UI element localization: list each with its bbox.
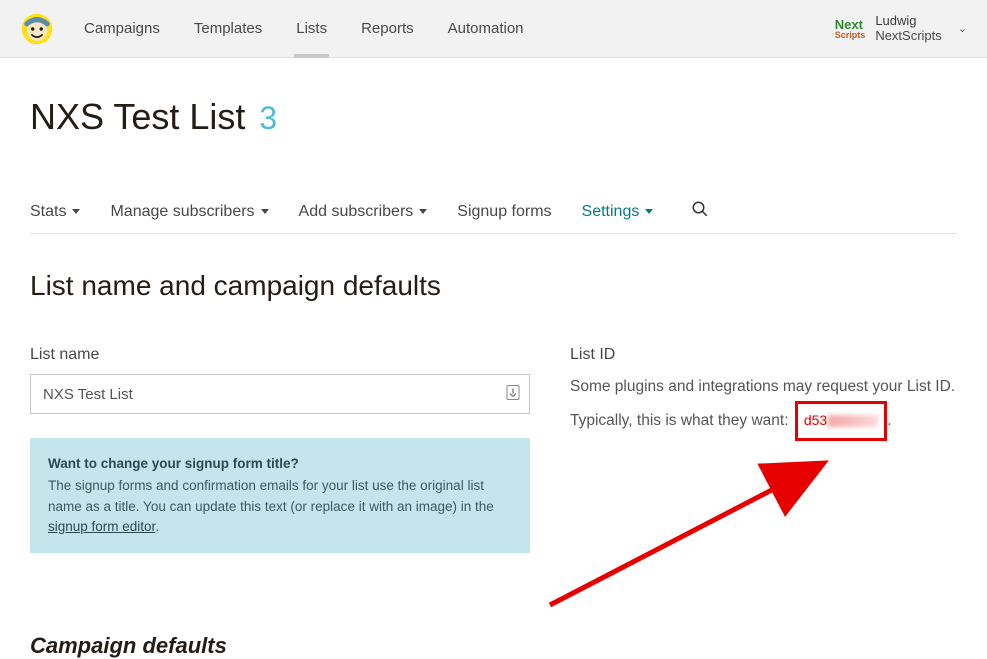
nav-lists[interactable]: Lists [284,0,339,58]
subnav-settings[interactable]: Settings [582,203,654,221]
subnav-label: Manage subscribers [110,203,254,221]
account-menu[interactable]: Next Scripts Ludwig NextScripts ⌄ [835,14,975,44]
list-id-desc-1: Some plugins and integrations may reques… [570,372,957,401]
list-id-desc-2a: Typically, this is what they want: [570,412,793,429]
mailchimp-logo[interactable] [20,12,54,46]
signup-form-editor-link[interactable]: signup form editor [48,519,155,534]
top-nav: Campaigns Templates Lists Reports Automa… [0,0,987,58]
subnav-label: Settings [582,203,640,221]
chevron-down-icon: ⌄ [958,22,967,35]
nextscripts-logo: Next Scripts [835,18,866,40]
list-id-desc-2b: . [887,412,891,429]
subnav-signup-forms[interactable]: Signup forms [457,203,551,221]
page-body: NXS Test List 3 Stats Manage subscribers… [0,96,987,659]
subnav-add-subscribers[interactable]: Add subscribers [299,203,428,221]
nav-templates[interactable]: Templates [182,0,274,58]
search-icon[interactable] [691,200,709,223]
list-name-input[interactable] [30,374,530,414]
nav-reports[interactable]: Reports [349,0,426,58]
nav-campaigns[interactable]: Campaigns [72,0,172,58]
signup-form-info: Want to change your signup form title? T… [30,438,530,553]
subnav-label: Add subscribers [299,203,414,221]
info-body-tail: . [155,519,159,534]
chevron-down-icon [261,209,269,214]
list-subnav: Stats Manage subscribers Add subscribers… [30,200,957,234]
chevron-down-icon [419,209,427,214]
col-list-id: List ID Some plugins and integrations ma… [570,346,957,441]
list-id-redacted [828,415,878,427]
subnav-label: Signup forms [457,203,551,221]
info-body: The signup forms and confirmation emails… [48,478,494,513]
subnav-manage-subscribers[interactable]: Manage subscribers [110,203,268,221]
info-question: Want to change your signup form title? [48,454,512,474]
chevron-down-icon [645,209,653,214]
list-name-label: List name [30,346,530,364]
list-id-highlight: d53 [795,401,887,440]
subnav-stats[interactable]: Stats [30,203,80,221]
section-heading: List name and campaign defaults [30,270,957,302]
list-title: NXS Test List [30,96,245,138]
chevron-down-icon [72,209,80,214]
list-id-value: d53 [804,412,827,428]
subscriber-count: 3 [259,100,277,137]
list-id-desc-2: Typically, this is what they want: d53. [570,401,957,440]
account-text: Ludwig NextScripts [875,14,941,44]
subnav-label: Stats [30,203,66,221]
page-title: NXS Test List 3 [30,96,957,138]
col-list-name: List name Want to change your signup for… [30,346,530,659]
list-id-label: List ID [570,346,957,364]
nav-items: Campaigns Templates Lists Reports Automa… [72,0,536,58]
campaign-defaults-heading: Campaign defaults [30,633,530,659]
nav-automation[interactable]: Automation [436,0,536,58]
